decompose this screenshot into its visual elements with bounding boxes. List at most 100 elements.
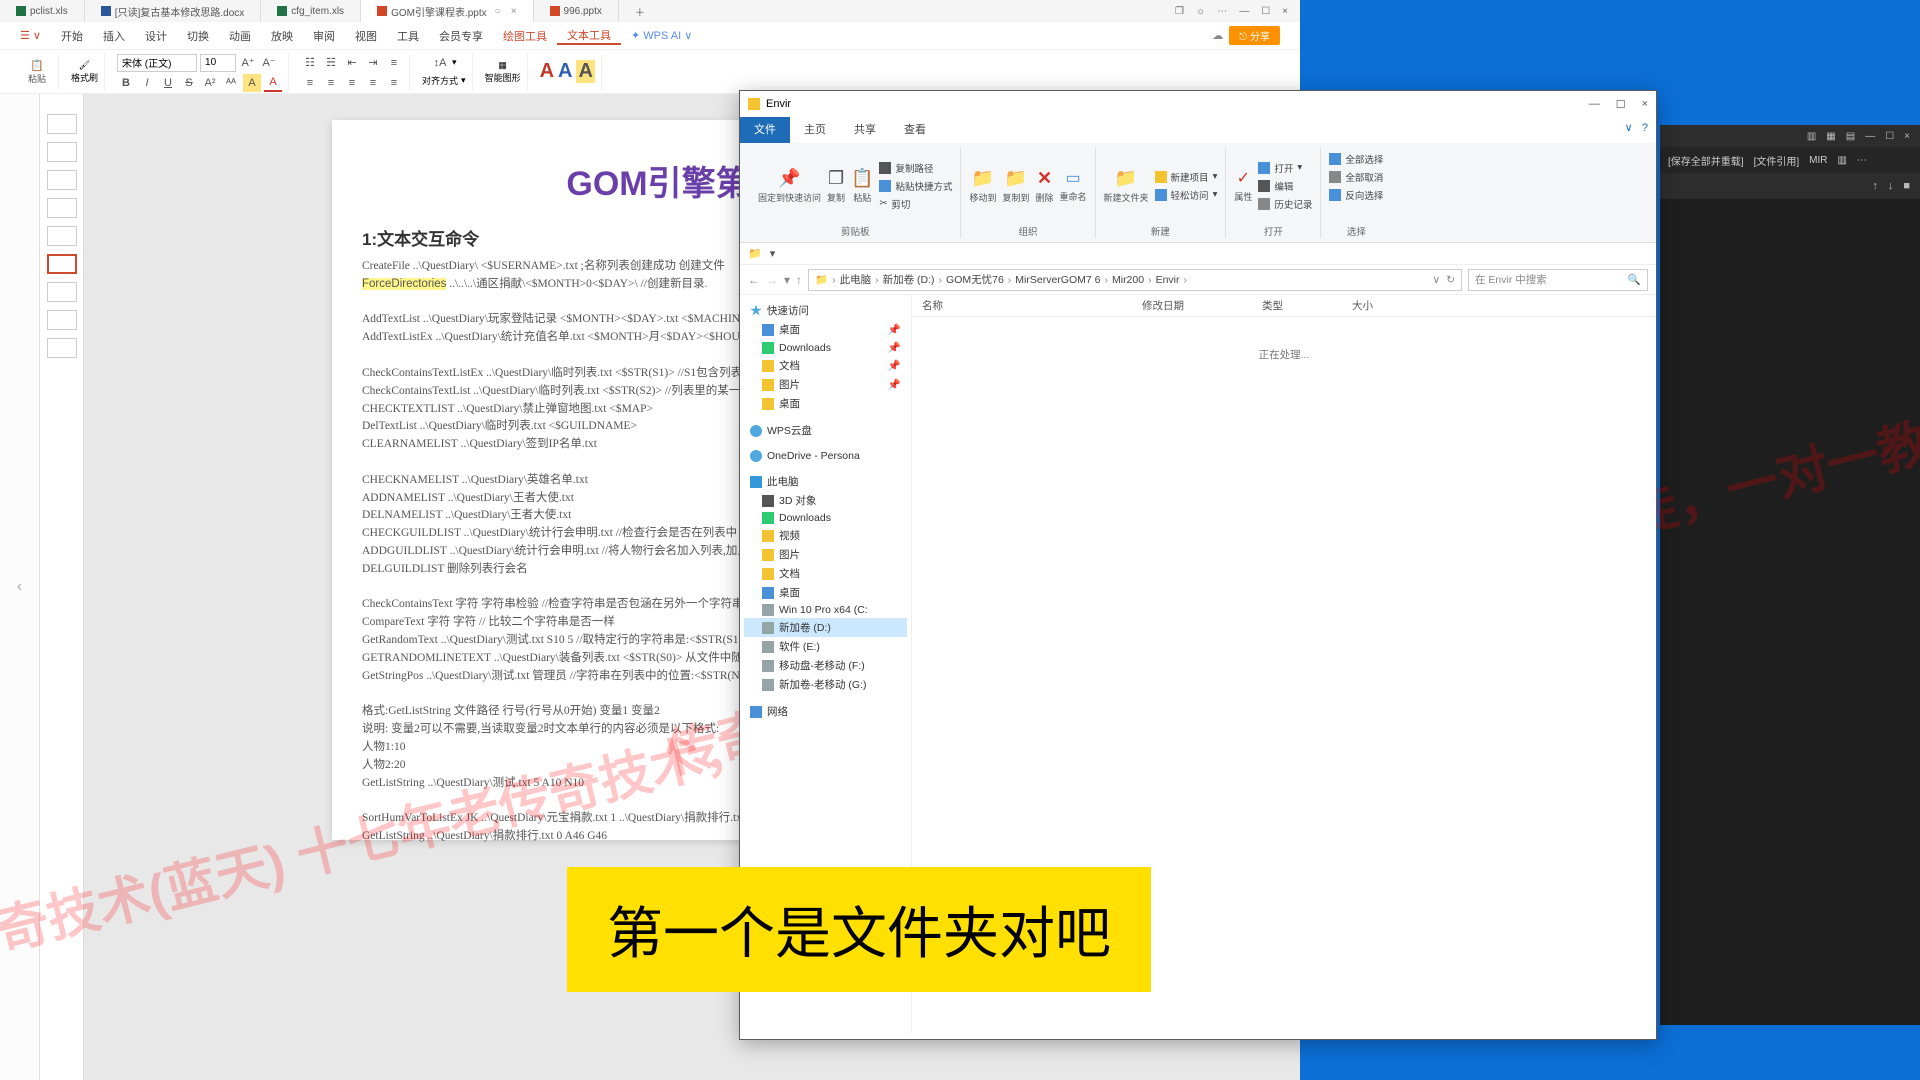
minimize-icon[interactable]: — [1865, 131, 1875, 142]
tab-996-pptx[interactable]: 996.pptx [534, 0, 619, 22]
tab-pclist[interactable]: pclist.xls [0, 0, 85, 22]
font-select[interactable] [117, 54, 197, 72]
nav-gdrive[interactable]: 新加卷-老移动 (G:) [744, 675, 907, 694]
menu-transition[interactable]: 切换 [177, 28, 219, 44]
search-input[interactable]: 在 Envir 中搜索 🔍 [1468, 269, 1648, 291]
new-folder-button[interactable]: 📁新建文件夹 [1104, 168, 1149, 204]
nav-pictures[interactable]: 图片📌 [744, 375, 907, 394]
nav-ddrive[interactable]: 新加卷 (D:) [744, 618, 907, 637]
editor-tab-mir[interactable]: MIR [1809, 155, 1827, 166]
menu-tools[interactable]: 工具 [387, 28, 429, 44]
cut-button[interactable]: ✂剪切 [879, 196, 952, 212]
paste-button[interactable]: 📋粘贴 [851, 168, 873, 204]
slide-thumb-2[interactable] [47, 142, 77, 162]
nav-documents2[interactable]: 文档 [744, 564, 907, 583]
layout-icon[interactable]: ▤ [1846, 131, 1855, 142]
slide-thumb-9[interactable] [47, 338, 77, 358]
maximize-icon[interactable]: ☐ [1261, 6, 1270, 17]
paste-shortcut-button[interactable]: 粘贴快捷方式 [879, 178, 952, 194]
open-button[interactable]: 打开 ▾ [1258, 160, 1312, 176]
nav-documents[interactable]: 文档📌 [744, 356, 907, 375]
underline-button[interactable]: U [159, 74, 177, 92]
dropdown-icon[interactable]: ▾ [770, 247, 776, 260]
crumb-gom[interactable]: GOM无忧76 [946, 272, 1004, 287]
search-icon[interactable]: 🔍 [1628, 273, 1641, 286]
indent-right-icon[interactable]: ⇥ [364, 54, 382, 72]
tab-share[interactable]: 共享 [840, 117, 890, 143]
nav-network[interactable]: 网络 [744, 702, 907, 721]
editor-tab-save[interactable]: [保存全部并重载] [1668, 153, 1744, 168]
font-color-button[interactable]: A [264, 74, 282, 92]
indent-left-icon[interactable]: ⇤ [343, 54, 361, 72]
copy-path-button[interactable]: 复制路径 [879, 160, 952, 176]
tab-docx[interactable]: [只读]复古基本修改思路.docx [85, 0, 261, 22]
nav-wpscloud[interactable]: WPS云盘 [744, 421, 907, 440]
edit-button[interactable]: 编辑 [1258, 178, 1312, 194]
nav-desktop[interactable]: 桌面📌 [744, 320, 907, 339]
invert-select-button[interactable]: 反向选择 [1329, 187, 1383, 203]
slide-thumb-5[interactable] [47, 226, 77, 246]
menu-animation[interactable]: 动画 [219, 28, 261, 44]
slide-thumb-8[interactable] [47, 310, 77, 330]
align-center-icon[interactable]: ≡ [322, 74, 340, 92]
properties-button[interactable]: ✓属性 [1234, 168, 1252, 203]
back-button[interactable]: ← [748, 273, 760, 287]
copy-to-button[interactable]: 📁复制到 [1002, 168, 1029, 204]
col-size[interactable]: 大小 [1352, 298, 1422, 313]
more-icon[interactable]: ⋯ [1857, 155, 1867, 166]
nav-videos[interactable]: 视频 [744, 526, 907, 545]
col-date[interactable]: 修改日期 [1142, 298, 1262, 313]
layout-icon[interactable]: ▥ [1807, 131, 1816, 142]
nav-onedrive[interactable]: OneDrive - Persona [744, 448, 907, 464]
increase-font-icon[interactable]: A⁺ [239, 54, 257, 72]
format-brush[interactable]: 🖌格式刷 [71, 60, 98, 84]
explorer-titlebar[interactable]: Envir — ☐ × [740, 91, 1656, 117]
close-icon[interactable]: × [1282, 6, 1288, 17]
slide-thumb-6[interactable] [47, 254, 77, 274]
wordart-red-icon[interactable]: A [540, 60, 554, 83]
nav-3d[interactable]: 3D 对象 [744, 491, 907, 510]
arrow-down-icon[interactable]: ↓ [1888, 180, 1894, 192]
strike-button[interactable]: S [180, 74, 198, 92]
layout-icon[interactable]: ▦ [1826, 131, 1835, 142]
highlight-button[interactable]: A [243, 74, 261, 92]
wps-ai-button[interactable]: ✦ WPS AI ∨ [631, 29, 692, 42]
nav-edrive[interactable]: 软件 (E:) [744, 637, 907, 656]
more-icon[interactable]: ⋯ [1217, 6, 1227, 17]
refresh-icon[interactable]: ↻ [1446, 274, 1455, 286]
line-spacing-icon[interactable]: ≡ [385, 54, 403, 72]
help-icon[interactable]: ∨ ? [1617, 117, 1656, 143]
close-icon[interactable]: × [511, 6, 517, 17]
justify-icon[interactable]: ≡ [364, 74, 382, 92]
wordart-yellow-icon[interactable]: A [576, 60, 594, 83]
arrow-up-icon[interactable]: ↑ [1872, 180, 1878, 192]
share-button[interactable]: ⎋ 分享 [1229, 26, 1280, 45]
rename-button[interactable]: ▭重命名 [1060, 168, 1087, 203]
crumb-d[interactable]: 新加卷 (D:) [883, 272, 935, 287]
menu-drawing[interactable]: 绘图工具 [493, 28, 557, 44]
minimize-icon[interactable]: — [1239, 6, 1249, 17]
italic-button[interactable]: I [138, 74, 156, 92]
minimize-icon[interactable]: — [1589, 98, 1600, 111]
slide-thumb-1[interactable] [47, 114, 77, 134]
theme-icon[interactable]: ☼ [1196, 6, 1205, 17]
nav-desktop2[interactable]: 桌面 [744, 394, 907, 413]
paste-button[interactable]: 📋粘贴 [22, 63, 52, 81]
align-right-icon[interactable]: ≡ [343, 74, 361, 92]
collapse-bar[interactable]: ‹ [0, 94, 40, 1080]
panel-icon[interactable]: ▥ [1837, 155, 1846, 166]
select-all-button[interactable]: 全部选择 [1329, 151, 1383, 167]
crumb-mir200[interactable]: Mir200 [1112, 274, 1144, 286]
select-none-button[interactable]: 全部取消 [1329, 169, 1383, 185]
recent-dropdown[interactable]: ▾ [784, 273, 790, 287]
nav-fdrive[interactable]: 移动盘-老移动 (F:) [744, 656, 907, 675]
text-direction-icon[interactable]: ↕A [431, 54, 449, 72]
history-button[interactable]: 历史记录 [1258, 196, 1312, 212]
tab-home[interactable]: 主页 [790, 117, 840, 143]
folder-icon[interactable]: 📁 [748, 247, 762, 260]
up-button[interactable]: ↑ [796, 273, 802, 287]
text-effect-button[interactable]: ᴬᴬ [222, 74, 240, 92]
slide-thumb-3[interactable] [47, 170, 77, 190]
close-icon[interactable]: × [1904, 131, 1910, 142]
distribute-icon[interactable]: ≡ [385, 74, 403, 92]
